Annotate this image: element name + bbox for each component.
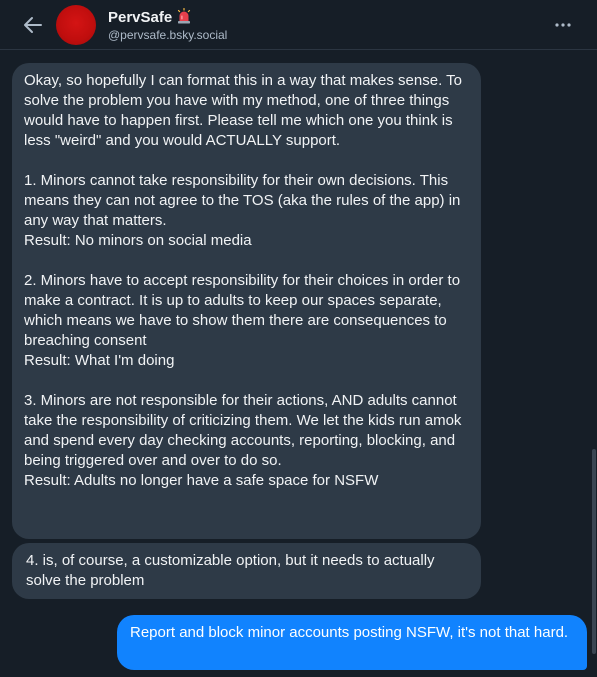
incoming-message[interactable]: Okay, so hopefully I can format this in … (12, 63, 481, 539)
display-name-row[interactable]: PervSafe (108, 7, 191, 28)
scrollbar[interactable] (592, 449, 596, 654)
back-button[interactable] (20, 12, 46, 38)
arrow-left-icon (24, 17, 42, 33)
display-name: PervSafe (108, 9, 173, 26)
user-handle: @pervsafe.bsky.social (108, 28, 228, 42)
conversation-header: PervSafe @pervsafe.bsky.social (0, 0, 597, 50)
siren-icon (177, 7, 191, 28)
more-options-button[interactable] (553, 16, 573, 34)
ellipsis-icon (555, 23, 571, 27)
avatar[interactable] (56, 5, 96, 45)
incoming-message[interactable]: 4. is, of course, a customizable option,… (12, 543, 481, 599)
outgoing-message[interactable]: Report and block minor accounts posting … (117, 615, 587, 670)
chat-window: PervSafe @pervsafe.bsky.social Okay, so … (0, 0, 597, 677)
